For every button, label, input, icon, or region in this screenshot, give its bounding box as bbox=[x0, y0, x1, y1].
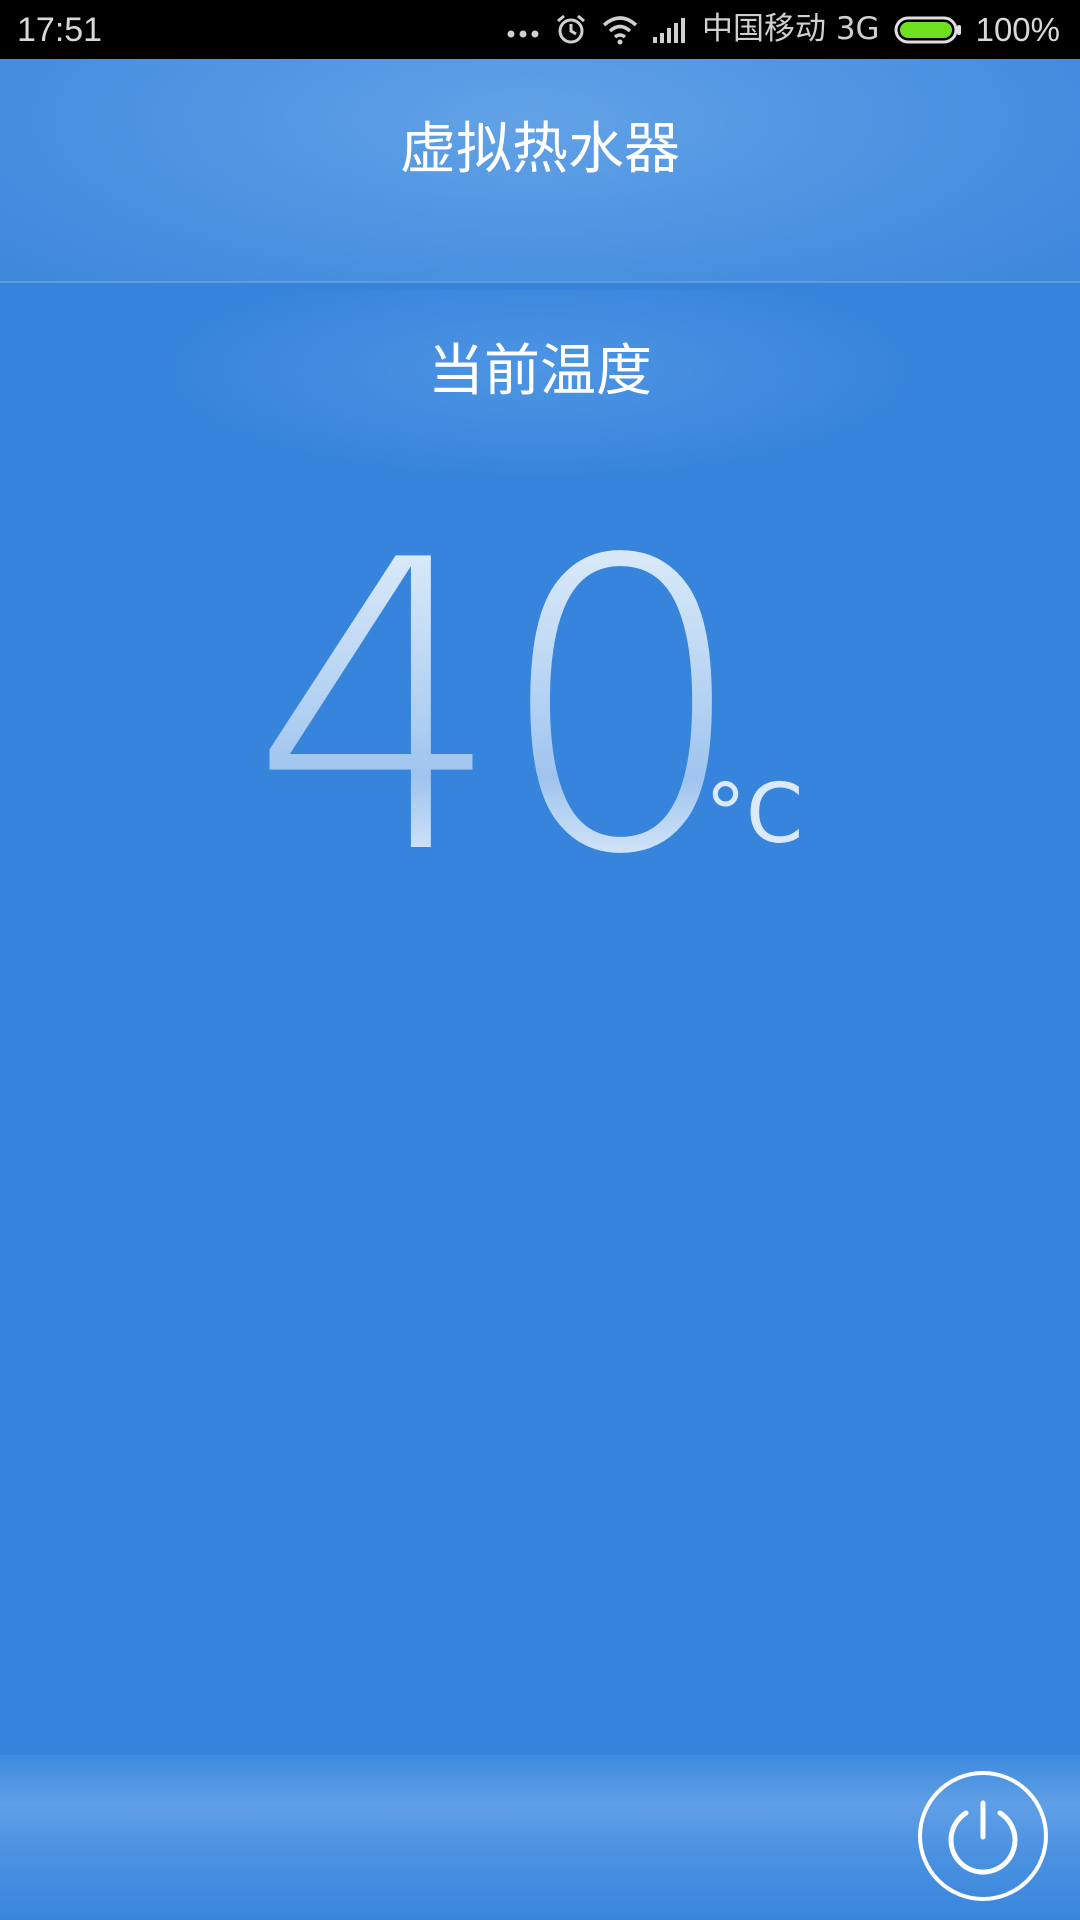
wifi-icon bbox=[602, 15, 638, 45]
screen: 17:51 中国移动 3G 100% 虚拟热水器 当前温度 40 °C bbox=[0, 0, 1080, 1920]
signal-icon bbox=[652, 15, 688, 45]
temperature-value: 40 bbox=[250, 477, 749, 942]
battery-icon bbox=[894, 15, 962, 45]
carrier-name: 中国移动 3G bbox=[701, 11, 880, 47]
power-icon bbox=[948, 1800, 1018, 1875]
status-time: 17:51 bbox=[17, 11, 103, 49]
power-button[interactable] bbox=[918, 1771, 1048, 1901]
app-title: 虚拟热水器 bbox=[400, 117, 680, 182]
status-icons: 中国移动 3G 100% bbox=[506, 0, 1060, 59]
header-divider bbox=[0, 281, 1080, 283]
more-dots-icon bbox=[506, 20, 540, 40]
battery-percent: 100% bbox=[975, 11, 1060, 48]
temperature-unit: °C bbox=[705, 767, 804, 862]
temperature-display: 40 °C bbox=[0, 477, 1080, 942]
status-bar: 17:51 中国移动 3G 100% bbox=[0, 0, 1080, 59]
current-temperature-label: 当前温度 bbox=[428, 339, 652, 404]
alarm-icon bbox=[554, 13, 588, 47]
